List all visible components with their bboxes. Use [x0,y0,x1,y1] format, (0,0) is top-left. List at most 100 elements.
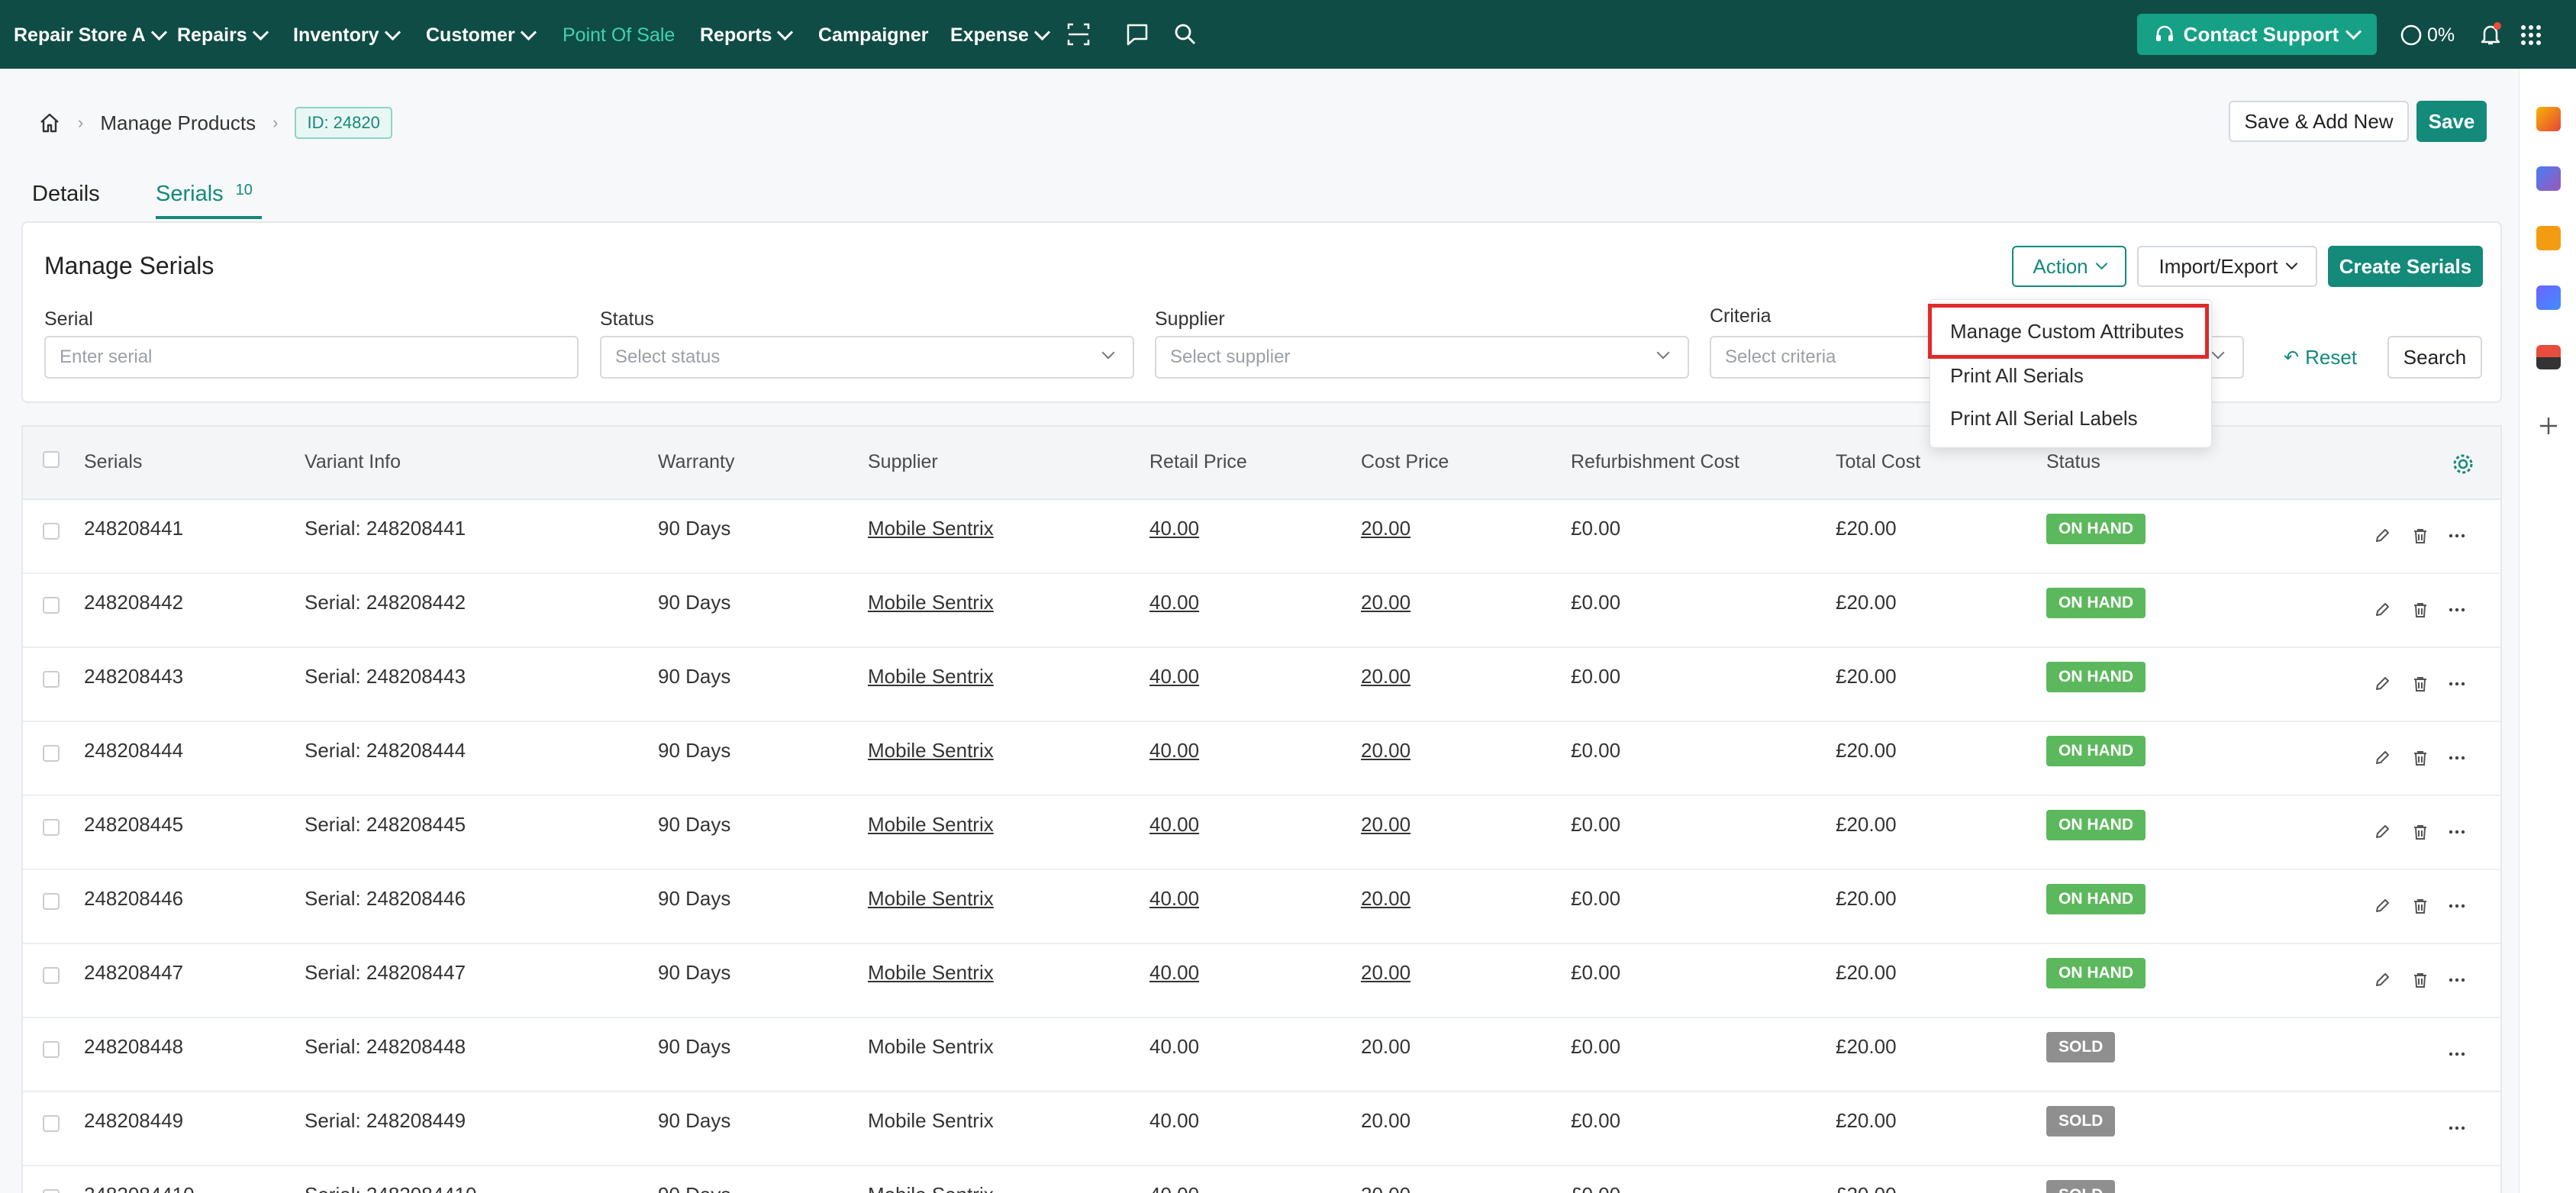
column-header[interactable]: Serials [84,451,142,473]
more-options-icon[interactable] [2449,1120,2465,1137]
edit-pencil-icon[interactable] [2374,972,2391,988]
breadcrumb-page[interactable]: Manage Products [100,111,256,135]
trash-icon[interactable] [2412,898,2429,914]
row-checkbox[interactable] [43,1189,60,1193]
shield-icon[interactable] [2536,285,2561,310]
row-checkbox[interactable] [43,819,60,836]
more-options-icon[interactable] [2449,972,2465,988]
row-checkbox[interactable] [43,893,60,910]
column-header[interactable]: Supplier [868,451,938,473]
cell-cost-price[interactable]: 20.00 [1361,887,1411,911]
column-header[interactable]: Status [2046,451,2100,473]
more-options-icon[interactable] [2449,750,2465,766]
trash-icon[interactable] [2412,675,2429,692]
row-checkbox[interactable] [43,1041,60,1058]
cell-retail-price[interactable]: 40.00 [1149,887,1199,911]
home-icon[interactable] [38,111,61,134]
serial-input[interactable]: Enter serial [44,336,579,379]
trash-icon[interactable] [2412,750,2429,766]
cell-cost-price[interactable]: 20.00 [1361,665,1411,688]
cell-retail-price[interactable]: 40.00 [1149,739,1199,763]
menu-item-print-all-serial-labels[interactable]: Print All Serial Labels [1950,407,2138,430]
edit-pencil-icon[interactable] [2374,824,2391,840]
search-icon[interactable] [1172,21,1198,47]
column-header[interactable]: Variant Info [305,451,401,473]
edit-pencil-icon[interactable] [2374,675,2391,692]
supplier-select[interactable]: Select supplier [1155,336,1689,379]
column-header[interactable]: Refurbishment Cost [1571,451,1739,473]
nav-customer[interactable]: Customer [426,24,537,47]
select-all-checkbox[interactable] [43,451,60,468]
chat-bubbles-icon[interactable] [2536,166,2561,191]
card-icon[interactable] [2536,345,2561,369]
cell-cost-price[interactable]: 20.00 [1361,591,1411,614]
scan-icon[interactable] [1066,21,1091,47]
nav-inventory[interactable]: Inventory [293,24,401,47]
cell-supplier[interactable]: Mobile Sentrix [868,517,994,540]
chat-icon[interactable] [1124,21,1150,47]
store-selector[interactable]: Repair Store A [14,24,167,47]
more-options-icon[interactable] [2449,898,2465,914]
row-checkbox[interactable] [43,523,60,540]
status-select[interactable]: Select status [600,336,1134,379]
bell-icon[interactable] [2478,21,2503,47]
plus-icon[interactable] [2538,415,2559,437]
cell-retail-price[interactable]: 40.00 [1149,517,1199,540]
more-options-icon[interactable] [2449,527,2465,544]
cell-supplier[interactable]: Mobile Sentrix [868,591,994,614]
create-serials-button[interactable]: Create Serials [2328,246,2483,287]
cell-cost-price[interactable]: 20.00 [1361,813,1411,837]
nav-repairs[interactable]: Repairs [177,24,269,47]
nav-reports[interactable]: Reports [700,24,794,47]
cell-supplier[interactable]: Mobile Sentrix [868,739,994,763]
contact-support-button[interactable]: Contact Support [2137,14,2377,55]
import-export-button[interactable]: Import/Export [2137,246,2317,287]
trash-icon[interactable] [2412,824,2429,840]
trash-icon[interactable] [2412,972,2429,988]
cell-cost-price[interactable]: 20.00 [1361,739,1411,763]
cell-retail-price[interactable]: 40.00 [1149,591,1199,614]
note-icon[interactable] [2536,226,2561,250]
cell-retail-price[interactable]: 40.00 [1149,813,1199,837]
more-options-icon[interactable] [2449,1046,2465,1062]
cell-supplier[interactable]: Mobile Sentrix [868,887,994,911]
nav-expense[interactable]: Expense [950,24,1050,47]
trash-icon[interactable] [2412,601,2429,618]
cell-supplier[interactable]: Mobile Sentrix [868,665,994,688]
reset-button[interactable]: ↶ Reset [2273,336,2368,379]
cell-retail-price[interactable]: 40.00 [1149,665,1199,688]
column-header[interactable]: Warranty [658,451,734,473]
tab-serials[interactable]: Serials 10 [156,182,262,219]
column-header[interactable]: Total Cost [1836,451,1920,473]
cell-supplier[interactable]: Mobile Sentrix [868,813,994,837]
menu-item-print-all-serials[interactable]: Print All Serials [1950,364,2084,388]
cell-supplier[interactable]: Mobile Sentrix [868,961,994,985]
row-checkbox[interactable] [43,671,60,688]
more-options-icon[interactable] [2449,824,2465,840]
cell-cost-price[interactable]: 20.00 [1361,517,1411,540]
edit-pencil-icon[interactable] [2374,527,2391,544]
column-header[interactable]: Cost Price [1361,451,1449,473]
cell-cost-price[interactable]: 20.00 [1361,961,1411,985]
row-checkbox[interactable] [43,967,60,984]
gift-icon[interactable] [2536,107,2561,131]
row-checkbox[interactable] [43,1115,60,1132]
trash-icon[interactable] [2412,527,2429,544]
nav-point-of-sale[interactable]: Point Of Sale [563,24,675,47]
tab-details[interactable]: Details [32,182,100,207]
nav-campaigner[interactable]: Campaigner [818,24,928,47]
row-checkbox[interactable] [43,597,60,614]
cell-retail-price[interactable]: 40.00 [1149,961,1199,985]
settings-gear-icon[interactable] [2452,453,2474,476]
edit-pencil-icon[interactable] [2374,750,2391,766]
column-header[interactable]: Retail Price [1149,451,1247,473]
more-options-icon[interactable] [2449,601,2465,618]
edit-pencil-icon[interactable] [2374,898,2391,914]
more-options-icon[interactable] [2449,675,2465,692]
action-button[interactable]: Action [2012,246,2126,287]
apps-grid-icon[interactable] [2520,24,2542,46]
save-and-add-new-button[interactable]: Save & Add New [2229,101,2409,142]
search-button[interactable]: Search [2387,336,2482,379]
save-button[interactable]: Save [2416,101,2487,142]
row-checkbox[interactable] [43,745,60,762]
